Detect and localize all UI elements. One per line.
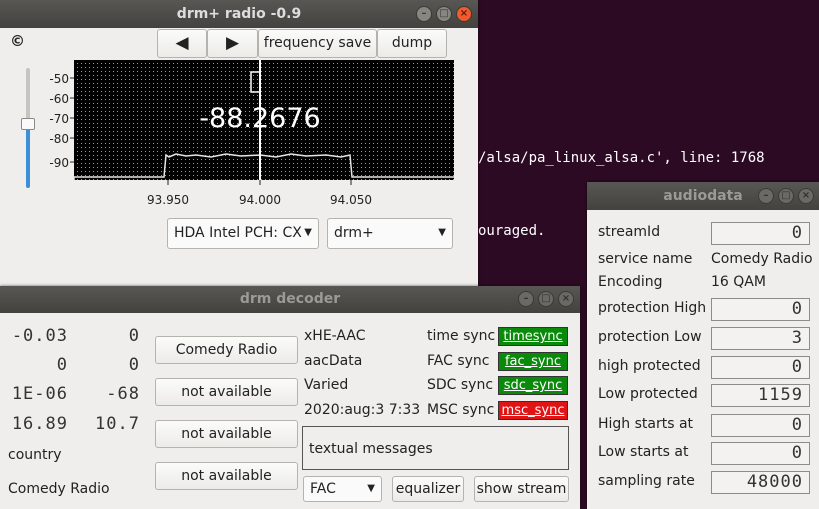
country-label: country <box>8 447 62 463</box>
lcd-value: 0 <box>128 355 140 375</box>
decoder-window: drm decoder – □ × -0.03 0 0 0 1E-06 -68 … <box>0 286 580 509</box>
device-select-value: HDA Intel PCH: CX <box>174 225 302 241</box>
gain-slider-handle[interactable] <box>21 118 35 130</box>
audio-field-label: High starts at <box>598 416 694 432</box>
maximize-icon[interactable]: □ <box>436 6 452 22</box>
audio-field-label: protection High <box>598 300 707 316</box>
minimize-icon[interactable]: – <box>758 188 774 204</box>
audio-field-lcd: 0 <box>711 356 810 379</box>
textual-messages-text: textual messages <box>309 441 433 457</box>
frequency-save-button[interactable]: frequency save <box>258 29 377 58</box>
chevron-down-icon: ▼ <box>367 483 375 494</box>
msc-sync-label: MSC sync <box>427 402 495 418</box>
y-tick-label: -50 <box>49 72 69 86</box>
radio-titlebar: drm+ radio -0.9 <box>0 0 478 28</box>
data-type-label: aacData <box>304 353 363 369</box>
gain-slider-fill <box>26 124 30 188</box>
next-button[interactable]: ▶ <box>207 29 258 58</box>
audiodata-window: audiodata – □ × streamId 0 service name Com… <box>587 182 819 509</box>
x-tick-label: 94.000 <box>239 193 281 207</box>
radio-title: drm+ radio -0.9 <box>176 6 302 22</box>
terminal-line-2: ouraged. <box>478 223 546 239</box>
minimize-icon[interactable]: – <box>518 291 534 307</box>
audio-field-label: service name <box>598 251 693 267</box>
audio-field-value: 16 QAM <box>711 274 766 290</box>
audio-field-label: sampling rate <box>598 473 695 489</box>
equalizer-button[interactable]: equalizer <box>392 476 464 502</box>
spectrum-display[interactable]: -50 -60 -70 -80 -90 93.950 94.000 94.050 -88.2… <box>36 58 456 218</box>
lcd-value: 1E-06 <box>11 384 68 404</box>
service-button-2[interactable]: not available <box>155 378 298 406</box>
lcd-value: 0 <box>56 355 68 375</box>
chevron-down-icon: ▼ <box>304 227 312 238</box>
station-label: Comedy Radio <box>8 481 110 497</box>
terminal-line-1: /alsa/pa_linux_alsa.c', line: 1768 <box>478 150 765 166</box>
y-tick-label: -90 <box>49 156 69 170</box>
mode-select-value: drm+ <box>334 225 374 241</box>
service-button-1[interactable]: Comedy Radio <box>155 336 298 364</box>
audio-field-label: Low starts at <box>598 444 689 460</box>
dump-button[interactable]: dump <box>377 29 447 58</box>
audio-field-lcd: 0 <box>711 442 810 465</box>
sdc-sync-indicator: sdc_sync <box>498 376 568 395</box>
chevron-down-icon: ▼ <box>438 227 446 238</box>
close-icon[interactable]: × <box>558 291 574 307</box>
x-tick-label: 94.050 <box>330 193 372 207</box>
audio-field-label: Low protected <box>598 386 698 402</box>
fac-sync-label: FAC sync <box>427 353 490 369</box>
x-tick-label: 93.950 <box>147 193 189 207</box>
lcd-value: 0 <box>128 326 140 346</box>
frequency-display: -88.2676 <box>199 103 320 134</box>
audio-field-lcd: 1159 <box>711 384 810 407</box>
y-tick-label: -80 <box>49 132 69 146</box>
close-icon[interactable]: × <box>798 188 814 204</box>
radio-window: drm+ radio -0.9 – □ × © ◀ ▶ frequency sa… <box>0 0 478 288</box>
lcd-value: 10.7 <box>95 414 140 434</box>
mode-select[interactable]: drm+ ▼ <box>327 218 453 249</box>
minimize-icon[interactable]: – <box>416 6 432 22</box>
y-tick-label: -60 <box>49 92 69 106</box>
sdc-sync-label: SDC sync <box>427 377 494 393</box>
maximize-icon[interactable]: □ <box>538 291 554 307</box>
y-tick-label: -70 <box>49 112 69 126</box>
copyright-label[interactable]: © <box>10 32 25 50</box>
fac-select-value: FAC <box>310 481 336 497</box>
audio-field-lcd: 3 <box>711 327 810 350</box>
msc-sync-indicator: msc_sync <box>498 401 568 420</box>
decoder-title: drm decoder <box>239 291 341 307</box>
service-button-4[interactable]: not available <box>155 462 298 490</box>
audio-field-label: Encoding <box>598 274 663 290</box>
audio-field-label: protection Low <box>598 329 702 345</box>
show-stream-button[interactable]: show stream <box>474 476 569 502</box>
lcd-value: 16.89 <box>11 414 68 434</box>
audio-field-lcd: 0 <box>711 298 810 321</box>
audiodata-title: audiodata <box>663 188 743 204</box>
program-type-label: Varied <box>304 377 349 393</box>
lcd-value: -0.03 <box>11 326 68 346</box>
audio-field-lcd: 48000 <box>711 471 810 494</box>
device-select[interactable]: HDA Intel PCH: CX ▼ <box>167 218 319 249</box>
audio-field-value: Comedy Radio <box>711 251 813 267</box>
lcd-value: -68 <box>106 384 140 404</box>
time-sync-label: time sync <box>427 328 496 344</box>
fac-sync-indicator: fac_sync <box>498 352 568 371</box>
maximize-icon[interactable]: □ <box>778 188 794 204</box>
decoder-titlebar: drm decoder <box>0 286 580 313</box>
fac-select[interactable]: FAC ▼ <box>303 476 382 502</box>
prev-button[interactable]: ◀ <box>157 29 207 58</box>
datetime-label: 2020:aug:3 7:33 <box>304 402 421 418</box>
close-icon[interactable]: × <box>456 6 472 22</box>
audio-field-label: streamId <box>598 224 661 240</box>
time-sync-indicator: timesync <box>498 327 568 346</box>
service-button-3[interactable]: not available <box>155 420 298 448</box>
audio-field-label: high protected <box>598 358 701 374</box>
textual-messages-box: textual messages <box>302 426 569 470</box>
codec-label: xHE-AAC <box>304 328 366 344</box>
audio-field-lcd: 0 <box>711 414 810 437</box>
audio-field-lcd: 0 <box>711 222 810 245</box>
